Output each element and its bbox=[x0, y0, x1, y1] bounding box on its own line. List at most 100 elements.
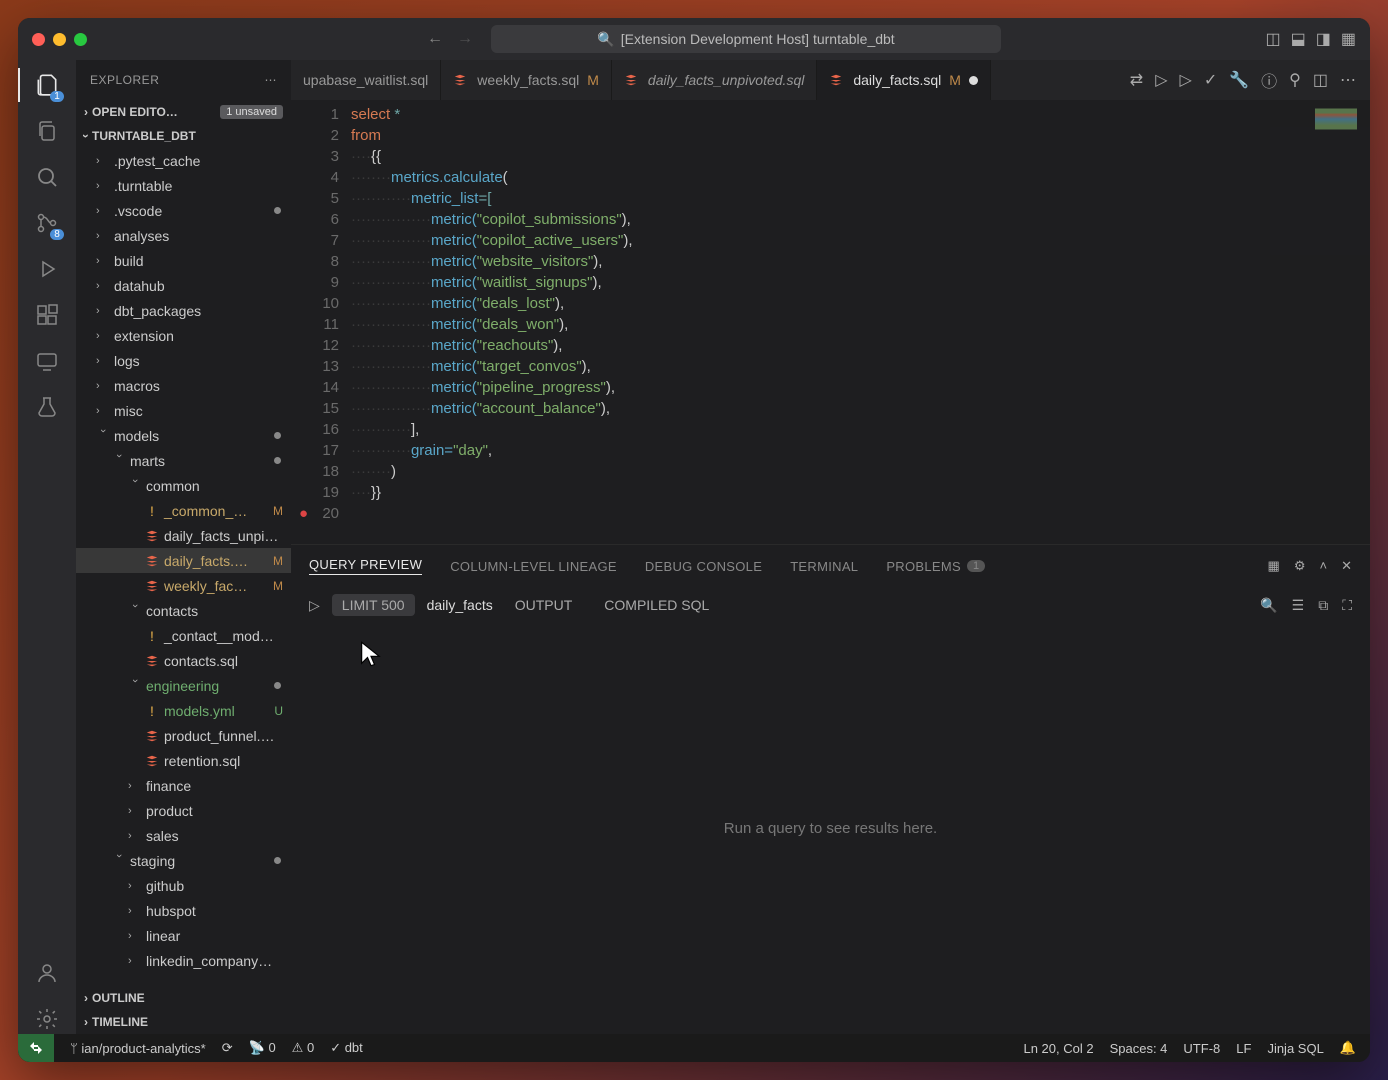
project-section[interactable]: › TURNTABLE_DBT bbox=[76, 124, 291, 148]
file-retention[interactable]: retention.sql bbox=[76, 748, 291, 773]
folder-linkedin[interactable]: ›linkedin_company… bbox=[76, 948, 291, 973]
folder-misc[interactable]: ›misc bbox=[76, 398, 291, 423]
tab-query-preview[interactable]: QUERY PREVIEW bbox=[309, 557, 422, 575]
tab-weekly[interactable]: weekly_facts.sqlM bbox=[441, 60, 612, 100]
folder-sales[interactable]: ›sales bbox=[76, 823, 291, 848]
branch-indicator[interactable]: ᛘ ian/product-analytics* bbox=[70, 1041, 206, 1056]
remote-indicator[interactable] bbox=[18, 1034, 54, 1062]
folder-extension[interactable]: ›extension bbox=[76, 323, 291, 348]
timeline-section[interactable]: ›TIMELINE bbox=[76, 1010, 291, 1034]
dbt-indicator[interactable]: ✓ dbt bbox=[330, 1040, 363, 1056]
file-common-yml[interactable]: !_common_…M bbox=[76, 498, 291, 523]
minimap[interactable] bbox=[1260, 100, 1370, 544]
indent-indicator[interactable]: Spaces: 4 bbox=[1110, 1041, 1168, 1056]
tab-daily-facts[interactable]: daily_facts.sqlM bbox=[817, 60, 991, 100]
code-editor[interactable]: 12345678910111213141516171819●20 select … bbox=[291, 100, 1370, 544]
limit-button[interactable]: LIMIT 500 bbox=[332, 594, 415, 616]
panel-bottom-icon[interactable]: ⬓ bbox=[1291, 29, 1306, 49]
file-daily-unpivoted[interactable]: daily_facts_unpi… bbox=[76, 523, 291, 548]
tab-debug-console[interactable]: DEBUG CONSOLE bbox=[645, 559, 762, 574]
grid-icon[interactable]: ▦ bbox=[1268, 558, 1280, 574]
open-editors-section[interactable]: › OPEN EDITO… 1 unsaved bbox=[76, 100, 291, 124]
encoding-indicator[interactable]: UTF-8 bbox=[1183, 1041, 1220, 1056]
search-icon-activity[interactable] bbox=[32, 162, 62, 192]
testing-icon[interactable] bbox=[32, 392, 62, 422]
folder-datahub[interactable]: ›datahub bbox=[76, 273, 291, 298]
source-control-icon[interactable]: 8 bbox=[32, 208, 62, 238]
language-indicator[interactable]: Jinja SQL bbox=[1267, 1041, 1323, 1056]
cursor-position[interactable]: Ln 20, Col 2 bbox=[1023, 1041, 1093, 1056]
tools-icon[interactable]: 🔧 bbox=[1229, 70, 1249, 90]
folder-contacts[interactable]: ›contacts bbox=[76, 598, 291, 623]
file-contacts-sql[interactable]: contacts.sql bbox=[76, 648, 291, 673]
search-results-icon[interactable]: 🔍 bbox=[1260, 597, 1277, 614]
tab-terminal[interactable]: TERMINAL bbox=[790, 559, 858, 574]
graph-icon[interactable]: ⚲ bbox=[1289, 70, 1301, 90]
file-models-yml[interactable]: !models.ymlU bbox=[76, 698, 291, 723]
close-panel-icon[interactable]: ✕ bbox=[1341, 558, 1352, 574]
folder-pytest-cache[interactable]: ›.pytest_cache bbox=[76, 148, 291, 173]
remote-icon[interactable] bbox=[32, 346, 62, 376]
explorer-icon[interactable]: 1 bbox=[32, 70, 62, 100]
settings-icon[interactable] bbox=[32, 1004, 62, 1034]
tab-daily-unpivoted[interactable]: daily_facts_unpivoted.sql bbox=[612, 60, 817, 100]
panel-toggle-icon[interactable]: ◫ bbox=[1266, 29, 1281, 49]
folder-vscode[interactable]: ›.vscode bbox=[76, 198, 291, 223]
folder-macros[interactable]: ›macros bbox=[76, 373, 291, 398]
file-product-funnel[interactable]: product_funnel.… bbox=[76, 723, 291, 748]
sync-indicator[interactable]: ⟳ bbox=[222, 1040, 233, 1056]
folder-turntable[interactable]: ›.turntable bbox=[76, 173, 291, 198]
folder-common[interactable]: ›common bbox=[76, 473, 291, 498]
list-icon[interactable]: ☰ bbox=[1292, 597, 1305, 614]
file-contact-mod[interactable]: !_contact__mod… bbox=[76, 623, 291, 648]
nav-back-icon[interactable]: ← bbox=[427, 30, 443, 48]
chevron-up-icon[interactable]: ˄ bbox=[1320, 558, 1328, 574]
tab-problems[interactable]: PROBLEMS1 bbox=[886, 559, 985, 574]
eol-indicator[interactable]: LF bbox=[1236, 1041, 1251, 1056]
command-center[interactable]: 🔍 [Extension Development Host] turntable… bbox=[491, 25, 1001, 53]
copy-icon[interactable]: ⧉ bbox=[1318, 597, 1328, 614]
folder-dbt-packages[interactable]: ›dbt_packages bbox=[76, 298, 291, 323]
folder-models[interactable]: ›models bbox=[76, 423, 291, 448]
accounts-icon[interactable] bbox=[32, 958, 62, 988]
broadcast-indicator[interactable]: 📡 0 bbox=[249, 1040, 276, 1056]
errors-indicator[interactable]: ⚠ 0 bbox=[292, 1040, 315, 1056]
folder-logs[interactable]: ›logs bbox=[76, 348, 291, 373]
info-icon[interactable]: ⓘ bbox=[1261, 68, 1277, 92]
folder-marts[interactable]: ›marts bbox=[76, 448, 291, 473]
folder-github[interactable]: ›github bbox=[76, 873, 291, 898]
copy-icon[interactable] bbox=[32, 116, 62, 146]
more-icon[interactable]: ⋯ bbox=[1340, 70, 1356, 90]
nav-forward-icon[interactable]: → bbox=[457, 30, 473, 48]
tab-lineage[interactable]: COLUMN-LEVEL LINEAGE bbox=[450, 559, 617, 574]
folder-analyses[interactable]: ›analyses bbox=[76, 223, 291, 248]
extensions-icon[interactable] bbox=[32, 300, 62, 330]
output-tab[interactable]: OUTPUT bbox=[505, 594, 583, 616]
folder-engineering[interactable]: ›engineering bbox=[76, 673, 291, 698]
run-query-icon[interactable]: ▷ bbox=[309, 597, 320, 614]
play-icon[interactable]: ▷ bbox=[1155, 70, 1167, 90]
file-weekly-facts[interactable]: weekly_fac…M bbox=[76, 573, 291, 598]
folder-build[interactable]: ›build bbox=[76, 248, 291, 273]
file-daily-facts[interactable]: daily_facts.…M bbox=[76, 548, 291, 573]
folder-finance[interactable]: ›finance bbox=[76, 773, 291, 798]
folder-hubspot[interactable]: ›hubspot bbox=[76, 898, 291, 923]
minimize-button[interactable] bbox=[53, 33, 66, 46]
bell-icon[interactable]: 🔔 bbox=[1340, 1040, 1356, 1056]
outline-section[interactable]: ›OUTLINE bbox=[76, 986, 291, 1010]
run-debug-icon[interactable] bbox=[32, 254, 62, 284]
more-icon[interactable]: ⋯ bbox=[265, 73, 278, 87]
folder-staging[interactable]: ›staging bbox=[76, 848, 291, 873]
panel-right-icon[interactable]: ◨ bbox=[1316, 29, 1331, 49]
expand-icon[interactable]: ⛶ bbox=[1342, 597, 1352, 614]
close-button[interactable] bbox=[32, 33, 45, 46]
compare-icon[interactable]: ⇄ bbox=[1130, 70, 1143, 90]
layout-icon[interactable]: ▦ bbox=[1341, 29, 1356, 49]
folder-product[interactable]: ›product bbox=[76, 798, 291, 823]
folder-linear[interactable]: ›linear bbox=[76, 923, 291, 948]
tab-upabase[interactable]: upabase_waitlist.sql bbox=[291, 60, 441, 100]
check-icon[interactable]: ✓ bbox=[1204, 70, 1217, 90]
compiled-sql-tab[interactable]: COMPILED SQL bbox=[594, 594, 719, 616]
split-icon[interactable]: ◫ bbox=[1313, 70, 1328, 90]
play-outline-icon[interactable]: ▷ bbox=[1180, 70, 1192, 90]
